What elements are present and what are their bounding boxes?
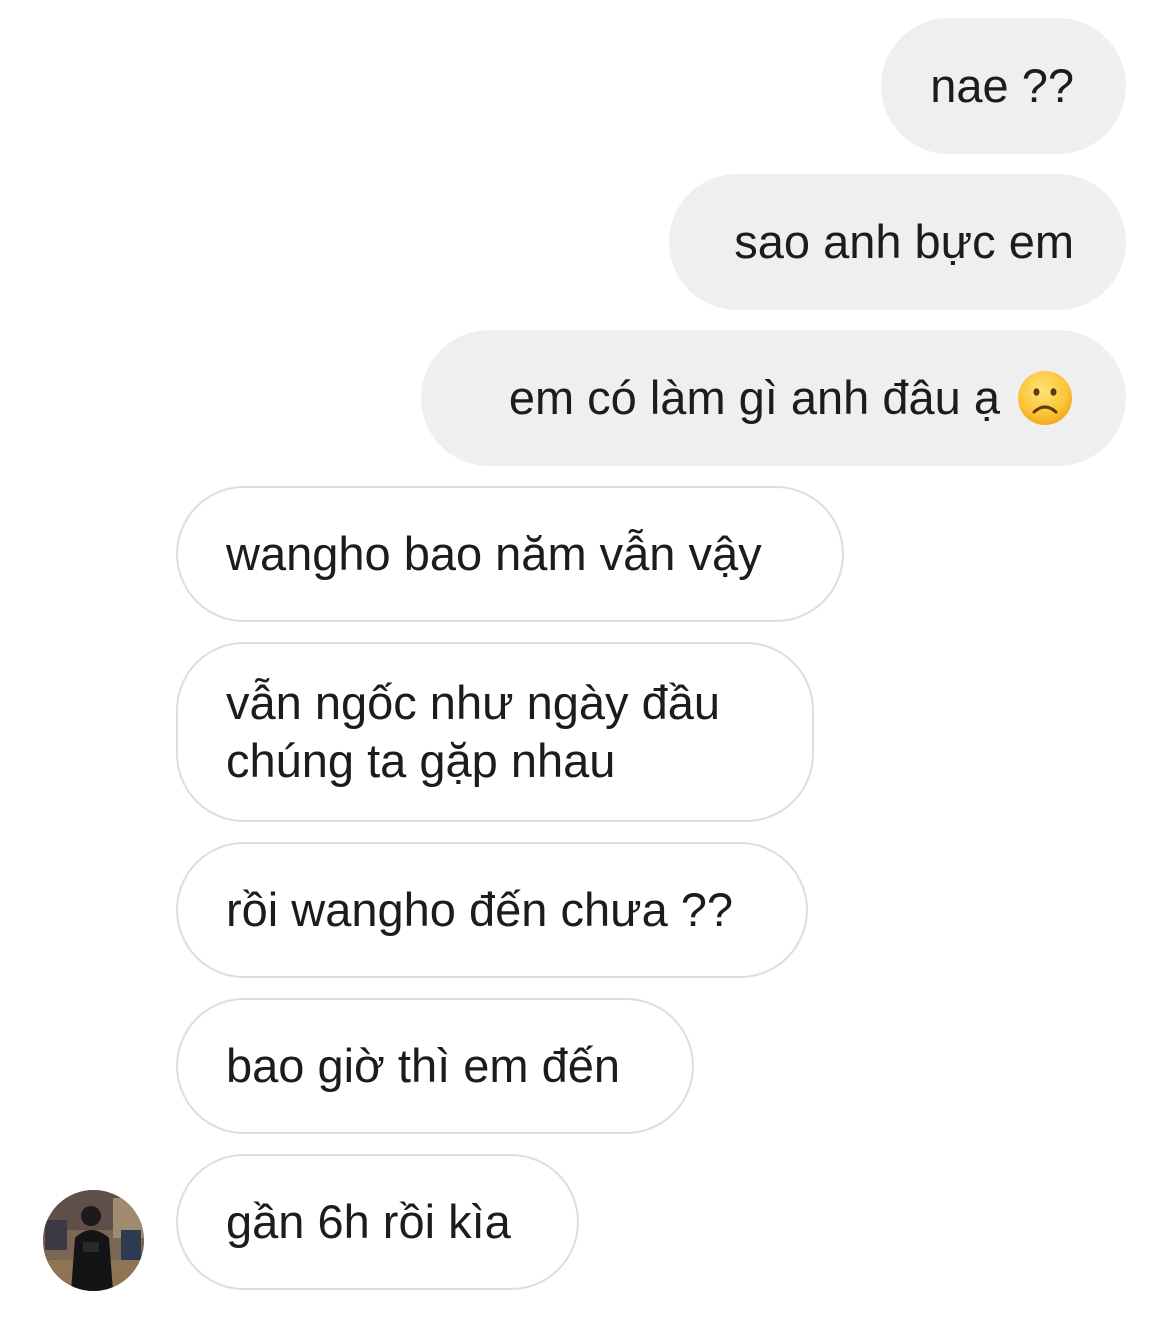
received-message-bubble[interactable]: bao giờ thì em đến — [176, 998, 694, 1134]
message-text: wangho bao năm vẫn vậy — [226, 527, 762, 580]
frowning-face-emoji-icon — [1016, 369, 1074, 427]
message-text: gần 6h rồi kìa — [226, 1195, 511, 1248]
contact-avatar[interactable] — [43, 1190, 144, 1291]
message-text-line: chúng ta gặp nhau — [226, 734, 616, 787]
message-text: bao giờ thì em đến — [226, 1039, 621, 1092]
sent-message-bubble[interactable]: sao anh bực em — [669, 174, 1126, 310]
message-text: nae ?? — [930, 59, 1074, 112]
received-message-bubble[interactable]: wangho bao năm vẫn vậy — [176, 486, 844, 622]
received-message-bubble[interactable]: gần 6h rồi kìa — [176, 1154, 579, 1290]
received-message-bubble[interactable]: vẫn ngốc như ngày đầu chúng ta gặp nhau — [176, 642, 814, 822]
message-text: em có làm gì anh đâu ạ — [508, 371, 1000, 424]
sent-message-bubble[interactable]: nae ?? — [881, 18, 1126, 154]
received-message-bubble[interactable]: rồi wangho đến chưa ?? — [176, 842, 808, 978]
message-text: sao anh bực em — [734, 215, 1074, 268]
sent-message-bubble[interactable]: em có làm gì anh đâu ạ — [421, 330, 1126, 466]
message-text: rồi wangho đến chưa ?? — [226, 883, 734, 936]
message-text-line: vẫn ngốc như ngày đầu — [226, 676, 721, 729]
